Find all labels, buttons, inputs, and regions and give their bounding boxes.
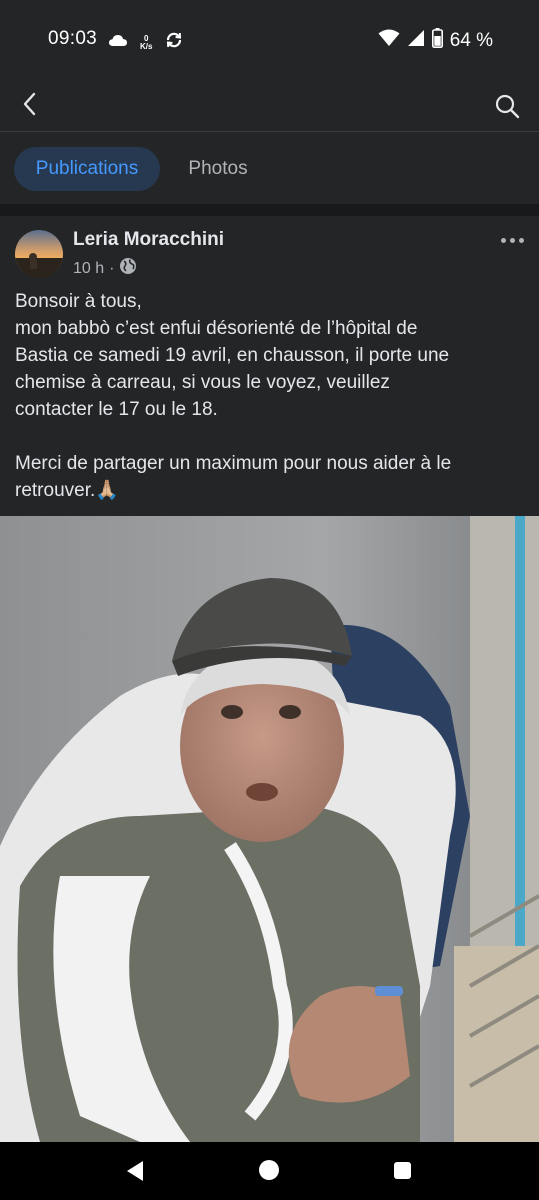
post-photo[interactable]: [0, 516, 539, 1142]
battery-icon: [431, 28, 443, 53]
status-time: 09:03: [48, 28, 98, 49]
post-text: Bonsoir à tous, mon babbò c’est enfui dé…: [15, 288, 530, 504]
post-text-line: Bastia ce samedi 19 avril, en chausson, …: [15, 345, 450, 366]
status-left-icons: 0 K/s: [108, 30, 184, 55]
globe-icon: [119, 257, 137, 280]
net-speed-unit: K/s: [140, 41, 153, 51]
cell-signal-icon: [407, 29, 425, 52]
post-text-line: mon babbò c’est enfui désorienté de l’hô…: [15, 318, 418, 339]
search-icon: [494, 93, 520, 124]
top-bar: [0, 80, 539, 134]
status-right: 64 %: [378, 28, 493, 53]
wifi-icon: [378, 29, 400, 52]
nav-home-icon[interactable]: [259, 1160, 279, 1180]
back-button[interactable]: [14, 90, 46, 122]
system-nav-bar: [0, 1142, 539, 1200]
battery-percent: 64 %: [449, 29, 493, 51]
post-text-line: Bonsoir à tous,: [15, 291, 142, 312]
post-meta: 10 h ·: [73, 257, 137, 280]
net-speed: 0 K/s: [140, 34, 153, 51]
post-text-line: contacter le 17 ou le 18.: [15, 399, 218, 420]
nav-back-icon[interactable]: [125, 1160, 145, 1187]
back-arrow-icon: [22, 92, 38, 121]
tabs: Publications Photos: [0, 132, 539, 206]
more-options-button[interactable]: [497, 230, 527, 250]
tab-photos[interactable]: Photos: [170, 147, 266, 191]
post-text-line: retrouver.🙏🏼: [15, 480, 119, 501]
cloud-icon: [108, 33, 128, 52]
more-dot: [518, 237, 524, 243]
nav-recents-icon[interactable]: [394, 1162, 411, 1179]
tab-publications[interactable]: Publications: [14, 147, 160, 191]
avatar[interactable]: [15, 230, 63, 278]
sync-icon: [164, 30, 184, 55]
meta-separator: ·: [109, 259, 115, 277]
more-dot: [509, 237, 515, 243]
post-text-line: Merci de partager un maximum pour nous a…: [15, 453, 452, 474]
post-author[interactable]: Leria Moracchini: [73, 229, 224, 251]
status-bar: 09:03 0 K/s 64 %: [0, 0, 539, 80]
more-dot: [500, 237, 506, 243]
search-button[interactable]: [489, 90, 525, 126]
section-divider: [0, 204, 539, 216]
post-time[interactable]: 10 h: [73, 260, 104, 278]
post-text-line: chemise à carreau, si vous le voyez, veu…: [15, 372, 390, 393]
